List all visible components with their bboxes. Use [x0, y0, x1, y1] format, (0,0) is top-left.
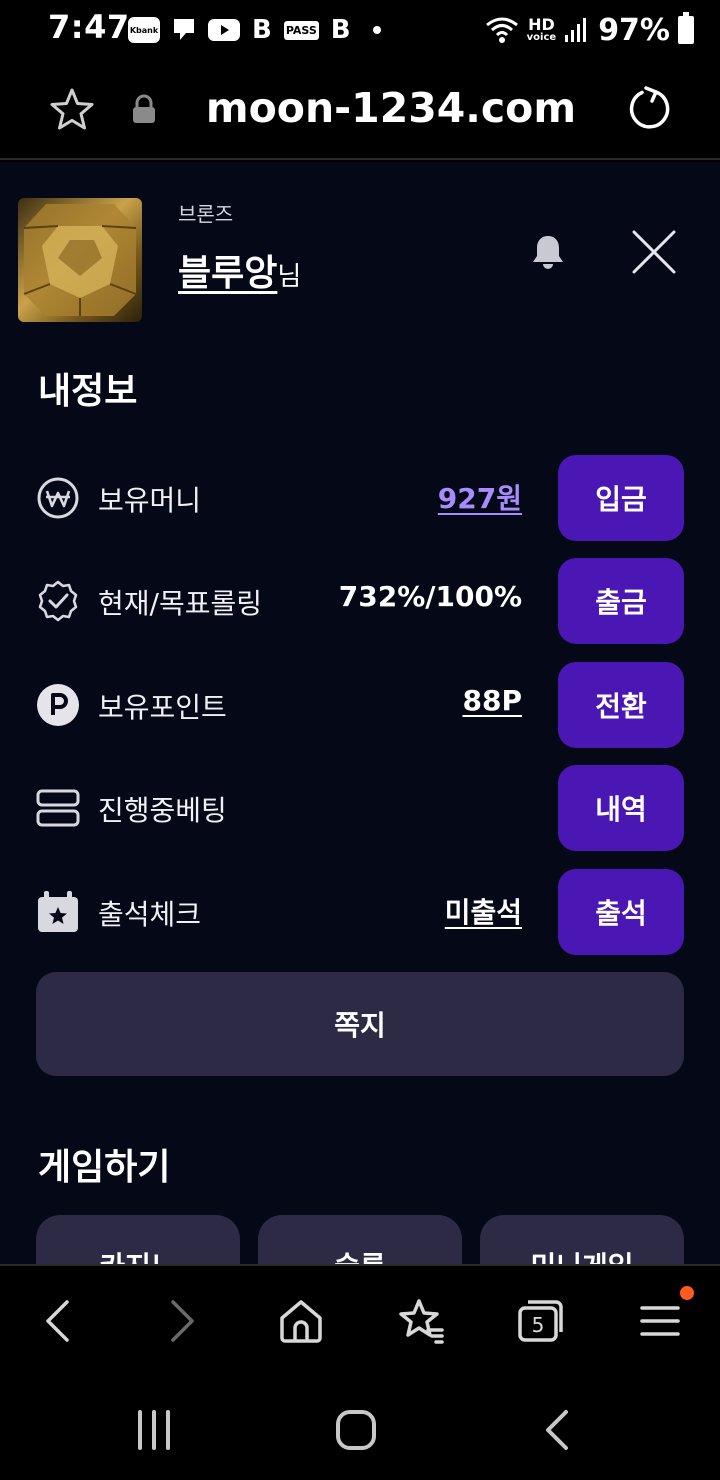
attend-button[interactable]: 출석 [558, 869, 684, 955]
menu-icon[interactable] [636, 1296, 686, 1346]
deposit-button[interactable]: 입금 [558, 455, 684, 541]
betting-label: 진행중베팅 [98, 794, 227, 827]
withdraw-button[interactable]: 출금 [558, 558, 684, 644]
convert-button[interactable]: 전환 [558, 662, 684, 748]
games-title: 게임하기 [38, 1147, 171, 1188]
money-label: 보유머니 [98, 484, 202, 517]
game-card-slot[interactable]: 슬롯 [258, 1215, 462, 1264]
row-betting: 진행중베팅 내역 [36, 765, 684, 851]
user-name[interactable]: 블루앙님 [178, 244, 301, 296]
battery-percent: 97% [598, 12, 670, 48]
b-app-icon: B [252, 15, 272, 45]
tab-count: 5 [532, 1313, 545, 1337]
reload-icon[interactable] [624, 84, 674, 134]
hd-voice-icon: HD voice [527, 17, 557, 43]
voice-label: voice [526, 32, 557, 43]
forward-icon[interactable] [156, 1296, 206, 1346]
list-icon [36, 789, 80, 827]
user-name-suffix: 님 [277, 262, 302, 292]
attendance-value[interactable]: 미출석 [445, 891, 522, 931]
chat-bubble-icon [174, 19, 194, 40]
attendance-label: 출석체크 [98, 898, 202, 931]
pass-icon: PASS [283, 20, 319, 40]
bookmarks-icon[interactable] [396, 1296, 446, 1346]
message-button[interactable]: 쪽지 [36, 972, 684, 1076]
status-bar: 7:47 Kbank B PASS B HD voice 97% [0, 0, 720, 60]
game-card-casino[interactable]: 카지노 [36, 1215, 240, 1264]
verified-badge-icon [38, 580, 78, 622]
row-rolling: 현재/목표롤링 732%/100% 출금 [36, 558, 684, 644]
url-text[interactable]: moon-1234.com [0, 84, 720, 132]
user-name-text[interactable]: 블루앙 [178, 253, 277, 294]
user-rank: 브론즈 [178, 202, 234, 226]
game-card-label: 카지노 [36, 1245, 240, 1264]
signal-icon [565, 18, 587, 42]
points-label: 보유포인트 [98, 691, 227, 724]
rolling-value: 732%/100% [338, 580, 522, 613]
row-points: 보유포인트 88P 전환 [36, 662, 684, 748]
notification-icons: Kbank B PASS B [128, 12, 381, 48]
system-nav-bar [0, 1370, 720, 1480]
battery-icon [678, 12, 694, 44]
home-nav-icon[interactable] [334, 1408, 378, 1452]
calendar-star-icon [38, 891, 78, 932]
won-icon [37, 477, 79, 519]
bell-icon[interactable] [530, 232, 566, 272]
wifi-icon [485, 17, 518, 43]
my-info-title: 내정보 [38, 371, 138, 412]
rolling-label: 현재/목표롤링 [98, 587, 262, 620]
tabs-icon[interactable]: 5 [516, 1296, 566, 1346]
hd-label: HD [528, 15, 555, 34]
menu-notification-dot [680, 1286, 694, 1300]
points-value[interactable]: 88P [463, 684, 523, 717]
back-icon[interactable] [34, 1296, 84, 1346]
status-time: 7:47 [48, 8, 130, 46]
rank-avatar [18, 198, 142, 322]
money-value[interactable]: 927원 [438, 477, 522, 517]
point-icon [37, 684, 79, 726]
browser-toolbar: 5 [0, 1264, 720, 1370]
row-money: 보유머니 927원 입금 [36, 455, 684, 541]
game-card-minigame[interactable]: 미니게임 [480, 1215, 684, 1264]
game-card-label: 슬롯 [258, 1245, 462, 1264]
game-card-label: 미니게임 [480, 1245, 684, 1264]
b-app-icon-2: B [330, 15, 351, 45]
history-button[interactable]: 내역 [558, 765, 684, 851]
my-info-panel: 브론즈 블루앙님 내정보 보유머니 927원 입금 현재/목표롤링 732%/1… [0, 162, 720, 1264]
kbank-icon: Kbank [128, 17, 160, 43]
home-icon[interactable] [276, 1296, 326, 1346]
back-nav-icon[interactable] [536, 1408, 580, 1452]
close-icon[interactable] [628, 226, 680, 278]
recent-apps-icon[interactable] [134, 1408, 178, 1452]
youtube-icon [208, 19, 240, 41]
more-notifications-dot [372, 26, 381, 34]
browser-url-bar: moon-1234.com [0, 60, 720, 160]
system-icons: HD voice 97% [485, 10, 694, 50]
row-attendance: 출석체크 미출석 출석 [36, 869, 684, 955]
